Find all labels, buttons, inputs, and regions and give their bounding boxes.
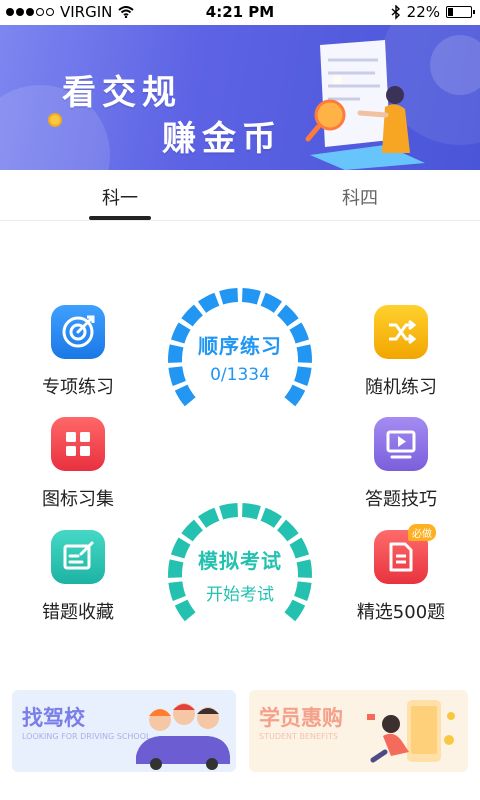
sequential-practice-title: 顺序练习	[198, 334, 282, 358]
student-benefits-card[interactable]: 学员惠购 STUDENT BENEFITS	[249, 690, 468, 772]
sign-collection-button[interactable]: 图标习集	[13, 417, 143, 511]
dial-segment	[260, 507, 283, 528]
sign-collection-label: 图标习集	[42, 489, 114, 510]
mock-exam-title: 模拟考试	[198, 549, 282, 573]
dial-segment	[260, 292, 283, 313]
tab-subject-one[interactable]: 科一	[60, 184, 180, 210]
wrong-questions-label: 错题收藏	[42, 602, 114, 623]
play-screen-icon	[374, 417, 428, 471]
random-practice-label: 随机练习	[365, 377, 437, 398]
mock-exam-subtitle: 开始考试	[206, 585, 274, 605]
banner-illustration	[305, 40, 425, 170]
dial-segment	[277, 304, 299, 327]
tab-subject-four[interactable]: 科四	[300, 184, 420, 210]
sequential-practice-dial[interactable]: 顺序练习 0/1334	[165, 285, 315, 435]
dial-segment	[197, 292, 220, 313]
car-illustration	[136, 703, 230, 770]
coin-icon	[48, 113, 62, 127]
battery-percent: 22%	[406, 3, 440, 21]
selected-500-label: 精选500题	[356, 602, 446, 623]
student-benefits-subtitle: STUDENT BENEFITS	[259, 732, 338, 741]
dial-segment	[181, 519, 203, 542]
dial-segment	[219, 288, 238, 305]
status-right: 22%	[391, 3, 475, 21]
edit-icon	[51, 530, 105, 584]
shuffle-icon	[374, 305, 428, 359]
answer-tips-label: 答题技巧	[365, 489, 437, 510]
dial-segment	[174, 384, 196, 407]
wrong-questions-button[interactable]: 错题收藏	[13, 530, 143, 624]
selected-500-button[interactable]: 必做 精选500题	[336, 524, 466, 624]
dial-segment	[181, 304, 203, 327]
promo-banner[interactable]: 看交规 赚金币	[0, 25, 480, 170]
grid-icon	[51, 417, 105, 471]
document-icon: 必做	[374, 524, 436, 584]
shopping-illustration	[367, 700, 455, 763]
dial-segment	[242, 288, 261, 305]
dial-segment	[277, 519, 299, 542]
special-practice-label: 专项练习	[42, 377, 114, 398]
subject-tabs: 科一 科四	[0, 170, 480, 221]
dial-segment	[242, 503, 261, 520]
find-driving-school-card[interactable]: 找驾校 LOOKING FOR DRIVING SCHOOL	[12, 690, 236, 772]
battery-icon	[446, 6, 475, 18]
student-benefits-title: 学员惠购	[259, 706, 343, 730]
dial-segment	[284, 384, 306, 407]
bluetooth-icon	[391, 4, 400, 20]
banner-title-line1: 看交规	[62, 73, 182, 113]
dial-segment	[197, 507, 220, 528]
find-driving-school-title: 找驾校	[22, 706, 85, 730]
banner-title-line2: 赚金币	[162, 119, 282, 159]
must-do-badge: 必做	[408, 524, 436, 541]
active-tab-indicator	[89, 216, 151, 220]
dial-segment	[219, 503, 238, 520]
target-icon	[51, 305, 105, 359]
exam-ring-icon	[168, 503, 312, 622]
status-bar: VIRGIN 4:21 PM 22%	[0, 0, 480, 25]
random-practice-button[interactable]: 随机练习	[336, 305, 466, 399]
special-practice-button[interactable]: 专项练习	[13, 305, 143, 399]
progress-ring-icon	[168, 288, 312, 407]
mock-exam-dial[interactable]: 模拟考试 开始考试	[165, 500, 315, 650]
answer-tips-button[interactable]: 答题技巧	[336, 417, 466, 511]
sequential-practice-progress: 0/1334	[210, 365, 270, 385]
